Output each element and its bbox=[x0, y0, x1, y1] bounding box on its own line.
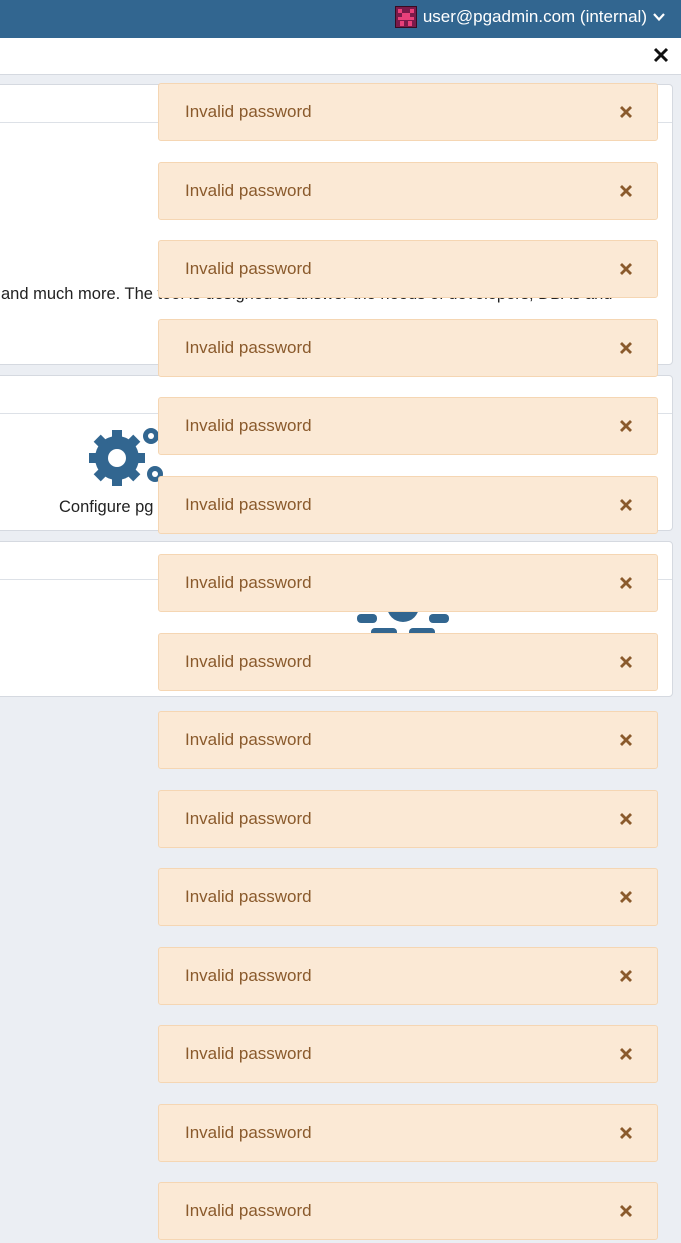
toast-message: Invalid password bbox=[185, 1122, 312, 1142]
toast-close-icon[interactable] bbox=[619, 733, 633, 747]
user-avatar-icon bbox=[394, 6, 417, 28]
toast-close-icon[interactable] bbox=[619, 576, 633, 590]
toast-close-icon[interactable] bbox=[619, 890, 633, 904]
toast-notification: Invalid password bbox=[158, 1182, 658, 1240]
toast-message: Invalid password bbox=[185, 180, 312, 200]
toast-message: Invalid password bbox=[185, 730, 312, 749]
chevron-down-icon bbox=[653, 13, 665, 22]
toast-notification: Invalid password bbox=[158, 711, 658, 769]
toast-close-icon[interactable] bbox=[619, 812, 633, 826]
toast-notification: Invalid password bbox=[158, 318, 658, 377]
user-menu[interactable]: user@pgadmin.com (internal) bbox=[394, 5, 665, 29]
toast-close-icon[interactable] bbox=[619, 341, 633, 355]
toast-notification: Invalid password bbox=[158, 1103, 658, 1162]
toast-message: Invalid password bbox=[185, 337, 312, 357]
toast-close-icon[interactable] bbox=[619, 419, 633, 433]
toast-message: Invalid password bbox=[185, 1201, 312, 1220]
toast-close-icon[interactable] bbox=[619, 969, 633, 983]
toast-message: Invalid password bbox=[185, 887, 312, 906]
toast-notification: Invalid password bbox=[158, 397, 658, 455]
toast-message: Invalid password bbox=[185, 1044, 312, 1063]
toast-message: Invalid password bbox=[185, 651, 312, 671]
tab-bar bbox=[0, 38, 681, 75]
toast-close-icon[interactable] bbox=[619, 105, 633, 119]
toast-notification: Invalid password bbox=[158, 789, 658, 848]
toast-notification: Invalid password bbox=[158, 83, 658, 141]
top-navbar: user@pgadmin.com (internal) bbox=[0, 0, 681, 38]
toast-notification: Invalid password bbox=[158, 161, 658, 220]
toast-notification: Invalid password bbox=[158, 868, 658, 926]
toast-close-icon[interactable] bbox=[619, 1126, 633, 1140]
toast-message: Invalid password bbox=[185, 494, 312, 514]
toast-notification: Invalid password bbox=[158, 1025, 658, 1083]
toast-notification: Invalid password bbox=[158, 554, 658, 612]
toast-message: Invalid password bbox=[185, 965, 312, 985]
toast-message: Invalid password bbox=[185, 102, 312, 121]
toast-notification: Invalid password bbox=[158, 240, 658, 298]
toast-notification: Invalid password bbox=[158, 475, 658, 534]
toast-message: Invalid password bbox=[185, 573, 312, 592]
toast-close-icon[interactable] bbox=[619, 184, 633, 198]
toast-notification: Invalid password bbox=[158, 632, 658, 691]
toast-close-icon[interactable] bbox=[619, 498, 633, 512]
toast-close-icon[interactable] bbox=[619, 1047, 633, 1061]
toast-close-icon[interactable] bbox=[619, 655, 633, 669]
user-email: user@pgadmin.com (internal) bbox=[422, 7, 647, 26]
toast-message: Invalid password bbox=[185, 259, 312, 278]
toast-message: Invalid password bbox=[185, 808, 312, 828]
configure-link-label[interactable]: Configure pg bbox=[59, 498, 153, 517]
toast-message: Invalid password bbox=[185, 416, 312, 435]
toast-close-icon[interactable] bbox=[619, 262, 633, 276]
toast-notification: Invalid password bbox=[158, 946, 658, 1005]
toast-close-icon[interactable] bbox=[619, 1204, 633, 1218]
close-tab-icon[interactable] bbox=[652, 46, 670, 64]
